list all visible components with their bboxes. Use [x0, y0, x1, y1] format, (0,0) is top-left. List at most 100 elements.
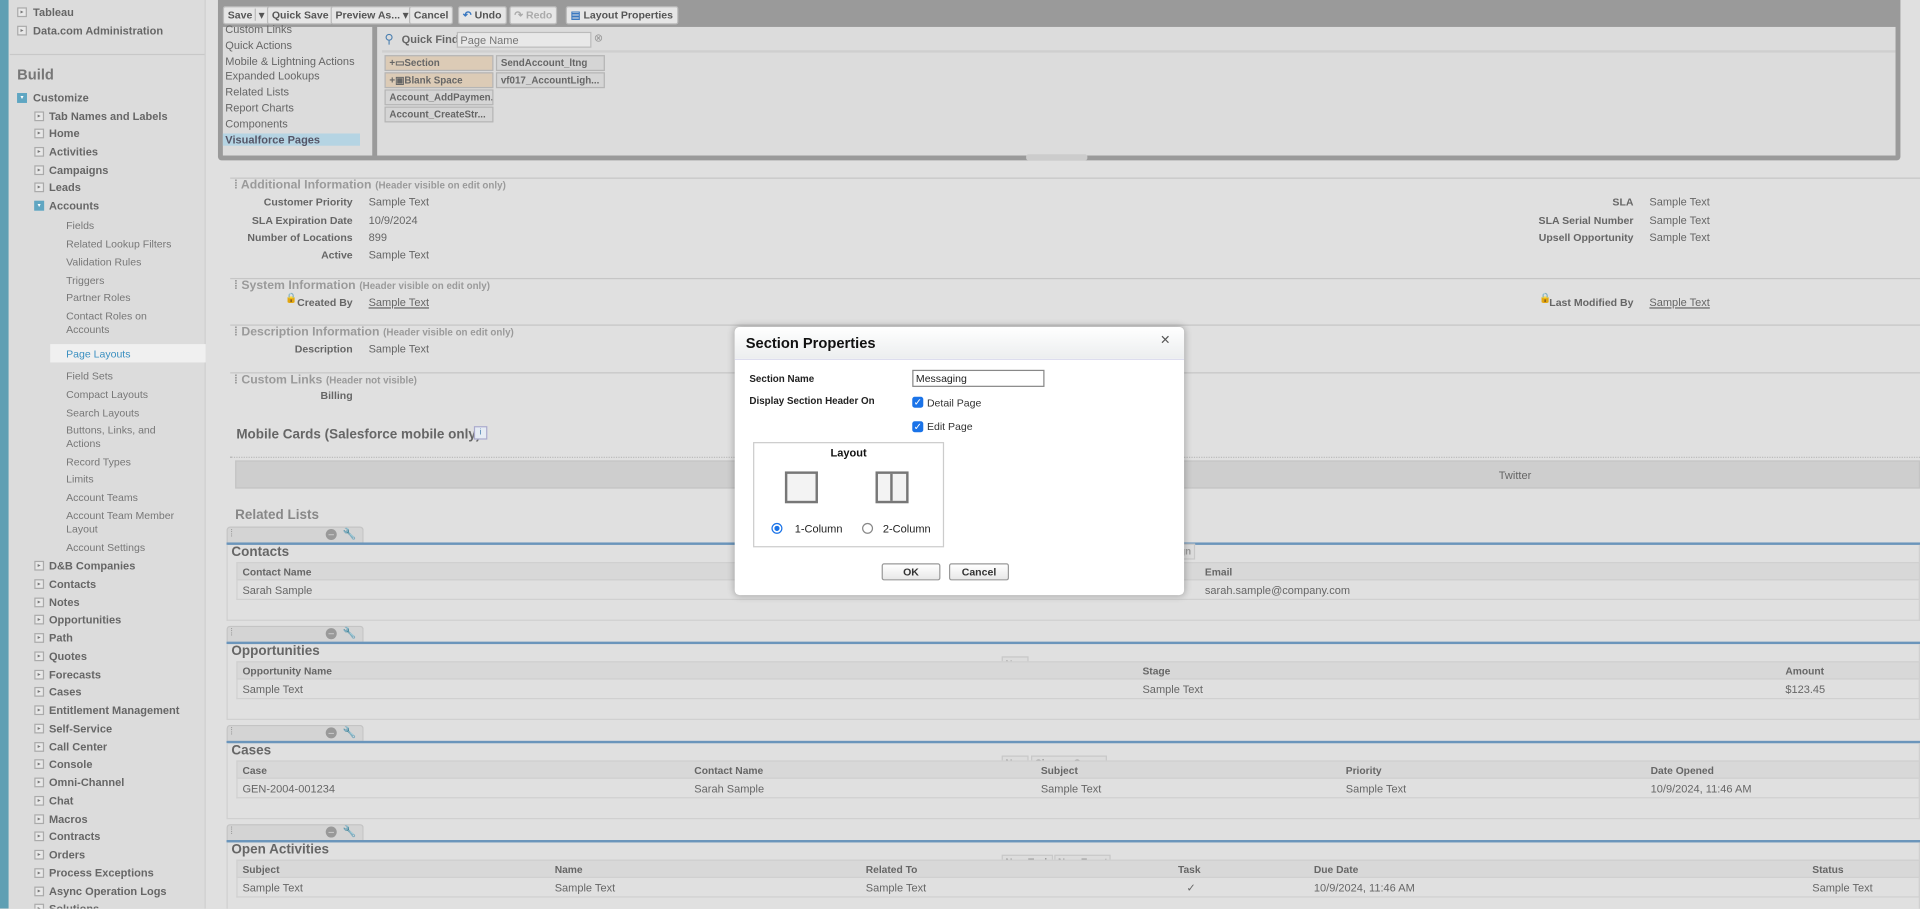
expand-icon[interactable]: ▸ — [34, 885, 45, 896]
palette-resize-handle[interactable] — [1026, 154, 1088, 161]
palette-category-mobile-lightning-actions[interactable]: Mobile & Lightning Actions — [225, 55, 354, 67]
sidebar-item-orders[interactable]: Orders — [49, 849, 85, 861]
related-list-tab[interactable]: ⁞ – 🔧 — [226, 824, 364, 841]
wrench-icon[interactable]: 🔧 — [343, 825, 357, 838]
sidebar-item-record-types[interactable]: Record Types — [66, 456, 188, 469]
wrench-icon[interactable]: 🔧 — [343, 627, 357, 640]
sidebar-item-tableau[interactable]: Tableau — [33, 6, 74, 18]
field-value[interactable]: Sample Text — [369, 196, 429, 208]
palette-item[interactable]: Account_CreateStr... — [384, 106, 494, 123]
sidebar-item-call-center[interactable]: Call Center — [49, 740, 107, 752]
sidebar-item-account-teams[interactable]: Account Teams — [66, 491, 188, 504]
drag-handle-icon[interactable]: ⁞ — [234, 179, 241, 192]
column-header[interactable]: Date Opened — [1651, 764, 1714, 776]
layout-properties-button[interactable]: ▤ Layout Properties — [565, 6, 678, 25]
palette-category-expanded-lookups[interactable]: Expanded Lookups — [225, 70, 319, 82]
expand-icon[interactable]: ▸ — [17, 25, 27, 36]
sidebar-item-quotes[interactable]: Quotes — [49, 650, 87, 662]
field-value[interactable]: 10/9/2024 — [369, 214, 418, 226]
expand-icon[interactable]: ▸ — [34, 741, 45, 752]
two-column-icon[interactable] — [875, 471, 909, 504]
field-value[interactable]: 899 — [369, 231, 387, 243]
palette-category-report-charts[interactable]: Report Charts — [225, 102, 294, 114]
palette-category-components[interactable]: Components — [225, 117, 287, 129]
sidebar-item-self-service[interactable]: Self-Service — [49, 722, 112, 734]
expand-icon[interactable]: ▸ — [34, 777, 45, 788]
field-value[interactable]: Sample Text — [369, 249, 429, 261]
palette-item[interactable]: vf017_AccountLigh... — [495, 72, 605, 89]
field-value[interactable]: Sample Text — [1649, 214, 1709, 226]
column-header[interactable]: Opportunity Name — [242, 665, 331, 677]
section-name-input[interactable] — [912, 369, 1045, 387]
expand-icon[interactable]: ▸ — [34, 111, 45, 122]
sidebar-item-related-lookup-filters[interactable]: Related Lookup Filters — [66, 238, 188, 251]
remove-icon[interactable]: – — [325, 628, 337, 640]
save-button[interactable]: Save ▾ — [222, 6, 270, 25]
detail-page-checkbox[interactable]: ✓ — [912, 396, 924, 408]
sidebar-item-contact-roles-on-accounts[interactable]: Contact Roles on Accounts — [66, 310, 188, 337]
section-header-custom-links[interactable]: ⁞ Custom Links (Header not visible) — [234, 373, 417, 386]
quick-save-button[interactable]: Quick Save — [266, 6, 334, 25]
expand-icon[interactable]: ▸ — [34, 759, 45, 770]
sidebar-item-search-layouts[interactable]: Search Layouts — [66, 407, 188, 420]
column-header[interactable]: Status — [1812, 863, 1843, 875]
sidebar-item-contacts[interactable]: Contacts — [49, 578, 96, 590]
palette-category-related-lists[interactable]: Related Lists — [225, 86, 289, 98]
expand-icon[interactable]: ▸ — [34, 615, 45, 625]
sidebar-item-fields[interactable]: Fields — [66, 219, 188, 232]
sidebar-item-home[interactable]: Home — [49, 127, 80, 139]
palette-category-custom-links[interactable]: Custom Links — [225, 23, 292, 35]
related-list-tab[interactable]: ⁞ – 🔧 — [226, 724, 364, 741]
sidebar-item-campaigns[interactable]: Campaigns — [49, 164, 108, 176]
field-value[interactable]: Sample Text — [1649, 231, 1709, 243]
column-header[interactable]: Stage — [1142, 665, 1170, 677]
column-header[interactable]: Due Date — [1314, 863, 1358, 875]
palette-item-section[interactable]: +▭Section — [384, 55, 494, 72]
column-header[interactable]: Priority — [1346, 764, 1382, 776]
expand-icon[interactable]: ▸ — [34, 633, 45, 643]
section-header-description-information[interactable]: ⁞ Description Information (Header visible… — [234, 326, 514, 339]
sidebar-item-compact-layouts[interactable]: Compact Layouts — [66, 388, 188, 401]
column-header[interactable]: Name — [555, 863, 583, 875]
sidebar-item-partner-roles[interactable]: Partner Roles — [66, 291, 188, 304]
undo-button[interactable]: ↶ Undo — [457, 6, 507, 25]
column-header[interactable]: Subject — [1041, 764, 1078, 776]
sidebar-item-forecasts[interactable]: Forecasts — [49, 668, 101, 680]
remove-icon[interactable]: – — [325, 826, 337, 838]
expand-icon[interactable]: ▸ — [34, 669, 45, 679]
expand-icon[interactable]: ▸ — [34, 165, 45, 176]
sidebar-item-customize[interactable]: Customize — [33, 92, 89, 104]
expand-icon[interactable]: ▸ — [34, 795, 45, 806]
sidebar-item-path[interactable]: Path — [49, 632, 73, 644]
table-row[interactable] — [236, 877, 1920, 898]
column-header[interactable]: Email — [1205, 566, 1232, 578]
field-value[interactable]: Sample Text — [369, 343, 429, 355]
palette-item[interactable]: SendAccount_ltng — [495, 55, 605, 72]
expand-icon[interactable]: ▸ — [34, 578, 45, 589]
expand-icon[interactable]: ▸ — [34, 867, 45, 878]
sidebar-item-opportunities[interactable]: Opportunities — [49, 614, 121, 626]
drag-handle-icon[interactable]: ⁞ — [230, 627, 233, 638]
expand-icon[interactable]: ▸ — [34, 813, 45, 824]
expand-icon[interactable]: ▸ — [34, 651, 45, 661]
sidebar-item-account-settings[interactable]: Account Settings — [66, 541, 188, 554]
info-icon[interactable]: i — [473, 426, 488, 440]
field-value[interactable]: Sample Text — [1649, 296, 1709, 308]
edit-page-checkbox[interactable]: ✓ — [912, 421, 924, 433]
sidebar-item-tab-names-and-labels[interactable]: Tab Names and Labels — [49, 110, 168, 122]
section-header-additional-information[interactable]: ⁞ Additional Information (Header visible … — [234, 179, 506, 192]
sidebar-item-activities[interactable]: Activities — [49, 146, 98, 158]
expand-icon[interactable]: ▸ — [34, 705, 45, 716]
sidebar-item-field-sets[interactable]: Field Sets — [66, 370, 188, 383]
one-column-icon[interactable] — [784, 471, 818, 504]
expand-icon[interactable]: ▸ — [34, 849, 45, 860]
palette-item-blank-space[interactable]: +▣Blank Space — [384, 72, 494, 89]
expand-icon[interactable]: ▸ — [34, 146, 45, 157]
sidebar-item-buttons-links-and-actions[interactable]: Buttons, Links, and Actions — [66, 424, 188, 451]
sidebar-item-accounts[interactable]: Accounts — [49, 200, 99, 212]
sidebar-item-cases[interactable]: Cases — [49, 686, 81, 698]
sidebar-item-async-operation-logs[interactable]: Async Operation Logs — [49, 885, 167, 897]
sidebar-item-data-com-administration[interactable]: Data.com Administration — [33, 24, 163, 36]
wrench-icon[interactable]: 🔧 — [343, 726, 357, 739]
column-header[interactable]: Amount — [1785, 665, 1824, 677]
